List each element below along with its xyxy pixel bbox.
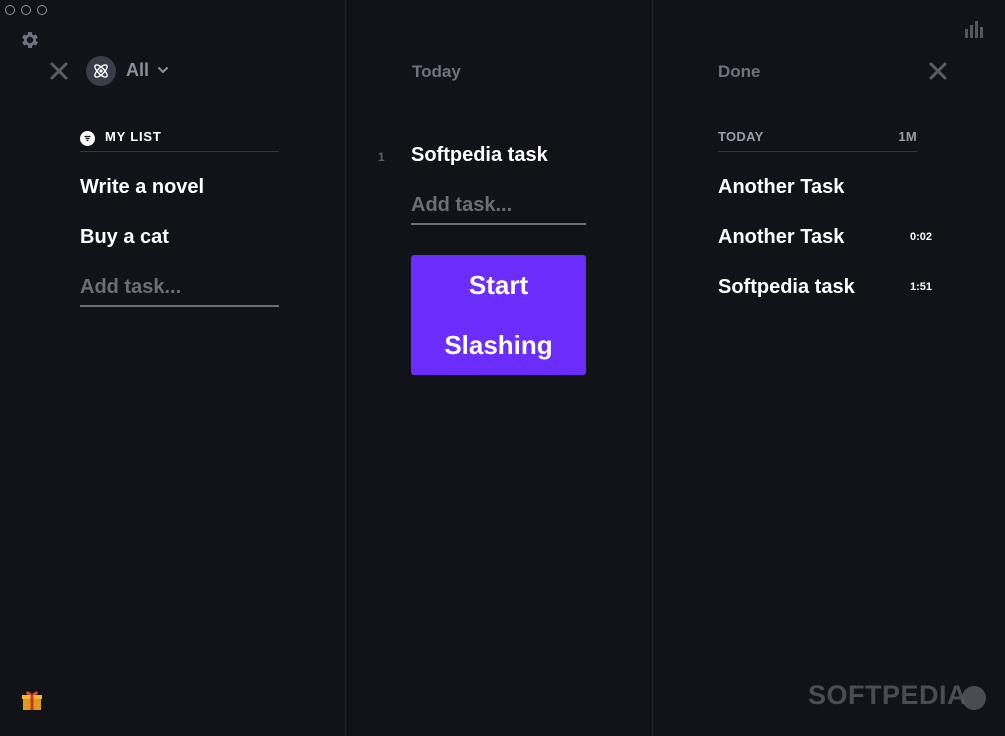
- start-slashing-button[interactable]: Start Slashing: [411, 255, 586, 375]
- gift-icon[interactable]: [20, 688, 44, 712]
- today-task-item[interactable]: Softpedia task: [411, 144, 548, 167]
- chevron-down-icon[interactable]: [157, 64, 169, 76]
- start-button-line2: Slashing: [444, 330, 553, 360]
- done-task-item[interactable]: Softpedia task: [718, 276, 855, 299]
- column-divider: [345, 0, 346, 736]
- close-icon[interactable]: [928, 61, 948, 81]
- list-header: MY LIST: [80, 129, 279, 152]
- start-button-line1: Start: [468, 270, 529, 300]
- list-title: MY LIST: [105, 129, 162, 144]
- done-column-title: Done: [718, 62, 761, 81]
- window-minimize-button[interactable]: [21, 5, 31, 15]
- gear-icon[interactable]: [19, 29, 41, 51]
- list-filter-dropdown[interactable]: All: [126, 60, 149, 81]
- softpedia-watermark: SOFTPEDIA: [808, 680, 968, 710]
- done-task-item[interactable]: Another Task: [718, 176, 844, 199]
- bar-chart-icon[interactable]: [964, 20, 986, 38]
- close-icon[interactable]: [49, 61, 69, 81]
- window-close-button[interactable]: [5, 5, 15, 15]
- add-today-task-input[interactable]: [411, 194, 586, 225]
- window-maximize-button[interactable]: [37, 5, 47, 15]
- today-column-title: Today: [412, 62, 461, 81]
- column-divider: [652, 0, 653, 736]
- atom-icon: [94, 64, 108, 78]
- task-duration: 1:51: [910, 281, 933, 293]
- list-icon: [80, 131, 95, 146]
- done-section-total: 1M: [898, 129, 917, 144]
- done-section-header: TODAY 1M: [718, 129, 917, 152]
- task-duration: 0:02: [910, 231, 933, 243]
- list-task-item[interactable]: Buy a cat: [80, 226, 169, 249]
- add-task-input[interactable]: [80, 276, 279, 307]
- done-task-item[interactable]: Another Task: [718, 226, 844, 249]
- watermark-badge: [962, 686, 986, 710]
- filter-avatar[interactable]: [86, 56, 116, 86]
- done-section-label: TODAY: [718, 129, 764, 144]
- task-number: 1: [378, 150, 385, 164]
- list-task-item[interactable]: Write a novel: [80, 176, 204, 199]
